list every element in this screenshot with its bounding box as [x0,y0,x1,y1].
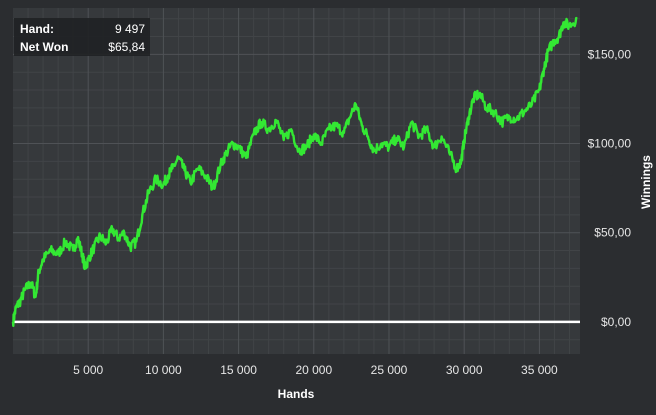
hand-label: Hand: [20,22,54,36]
chart-svg: 5 000 10 000 15 000 20 000 25 000 30 000 35 00… [0,0,656,410]
plot-area [13,8,580,354]
y-axis-title: Winnings [639,155,653,209]
x-tick-label: 10 000 [145,363,182,377]
net-won-value: $65,84 [108,40,145,54]
y-tick-label: $50,00 [594,226,631,240]
x-tick-label: 30 000 [446,363,483,377]
x-tick-label: 5 000 [73,363,103,377]
net-won-label: Net Won [20,40,68,54]
y-tick-label: $0,00 [601,315,631,329]
x-tick-label: 25 000 [371,363,408,377]
x-tick-label: 15 000 [220,363,257,377]
winnings-chart: 5 000 10 000 15 000 20 000 25 000 30 000 35 00… [0,0,656,410]
info-box: Hand: 9 497 Net Won $65,84 [14,18,150,56]
x-axis-title: Hands [278,387,315,401]
x-tick-label: 20 000 [295,363,332,377]
y-tick-label: $150,00 [588,47,632,61]
hand-value: 9 497 [115,22,145,36]
x-tick-label: 35 000 [521,363,558,377]
y-tick-label: $100,00 [588,137,632,151]
